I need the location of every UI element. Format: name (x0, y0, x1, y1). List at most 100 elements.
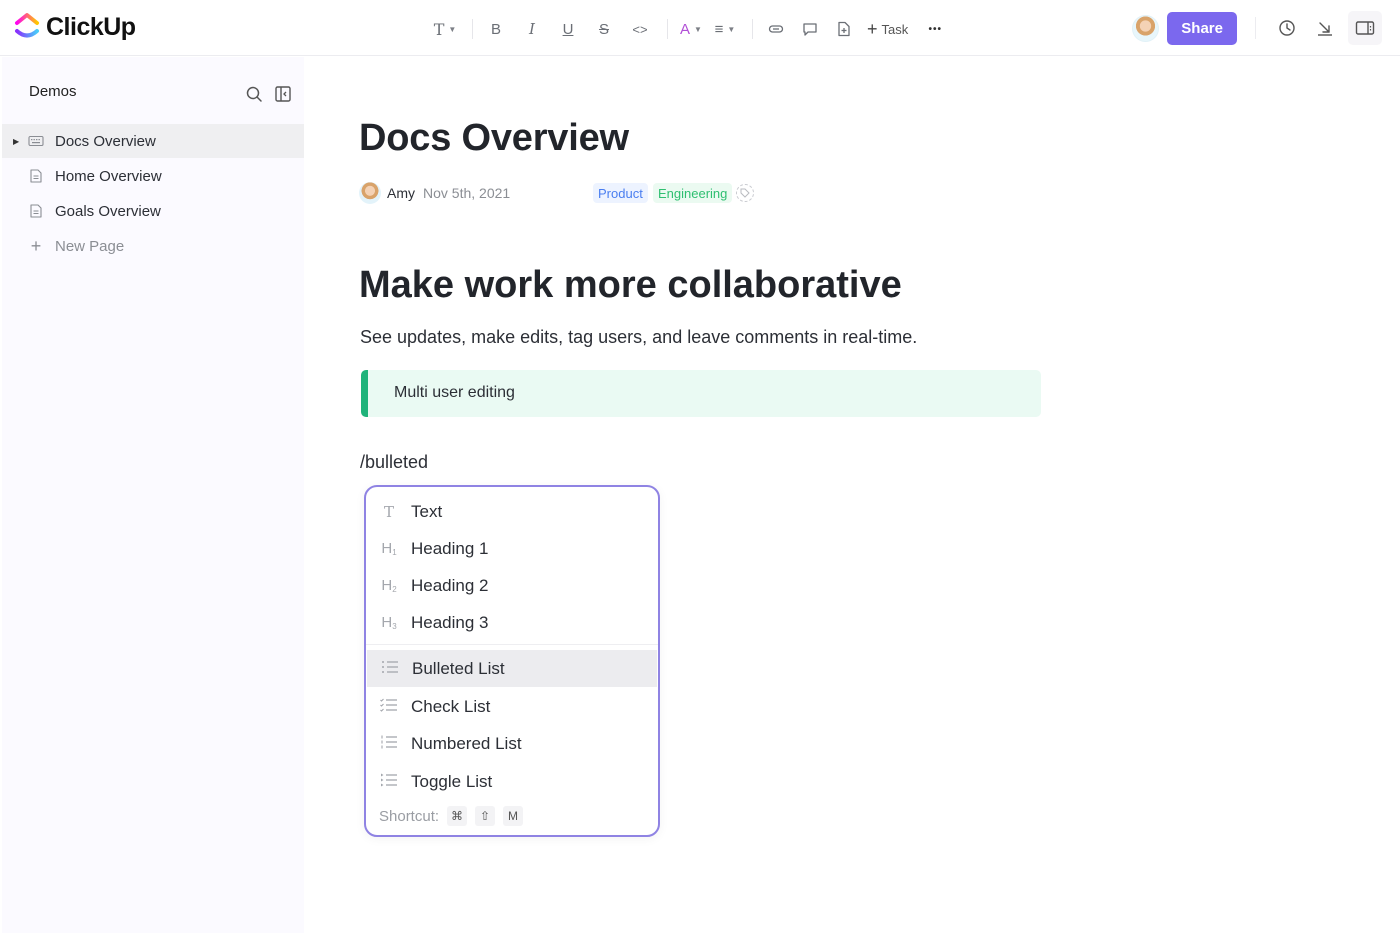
italic-icon: I (529, 20, 535, 38)
document-icon (28, 169, 44, 183)
clock-icon (1279, 20, 1295, 36)
plus-icon: + (30, 235, 42, 256)
new-page-button[interactable]: + New Page (2, 229, 304, 263)
toolbar-divider (752, 19, 753, 39)
slash-command-input[interactable]: /bulleted (360, 452, 428, 473)
add-page-button[interactable] (831, 15, 857, 43)
heading-level: 2 (392, 585, 397, 594)
sidebar-item-docs-overview[interactable]: ▶ Docs Overview (2, 124, 304, 158)
menu-item-heading-1[interactable]: H1 Heading 1 (366, 530, 658, 567)
sidebar-item-home-overview[interactable]: Home Overview (2, 159, 304, 193)
arrow-down-right-icon (1318, 22, 1332, 36)
sidebar-panel-icon (1355, 21, 1375, 35)
more-options-button[interactable]: ••• (922, 15, 948, 43)
menu-item-label: Heading 1 (411, 538, 489, 558)
add-tag-button[interactable] (736, 184, 754, 202)
comment-button[interactable] (797, 15, 823, 43)
menu-item-check-list[interactable]: Check List (366, 688, 658, 725)
italic-button[interactable]: I (519, 15, 545, 43)
new-page-label: New Page (55, 237, 125, 255)
chevron-down-icon: ▼ (694, 24, 702, 34)
keyboard-icon (28, 134, 44, 148)
tag-icon (740, 188, 750, 198)
sidebar: Demos ▶ Docs Overview Home Overview Goal… (2, 57, 304, 933)
author-name[interactable]: Amy (387, 185, 415, 201)
menu-item-toggle-list[interactable]: Toggle List (366, 763, 658, 800)
collapse-sidebar-icon (275, 86, 291, 102)
collapse-sidebar-button[interactable] (274, 85, 292, 103)
code-button[interactable]: <> (627, 15, 653, 43)
shift-key: ⇧ (475, 806, 496, 826)
code-icon: <> (632, 21, 648, 37)
tag-engineering[interactable]: Engineering (653, 183, 733, 203)
menu-item-label: Numbered List (411, 733, 522, 753)
clickup-logo[interactable]: ClickUp (14, 12, 136, 42)
document-meta: Amy Nov 5th, 2021 Product Engineering (359, 181, 859, 205)
expand-caret-icon[interactable]: ▶ (13, 137, 19, 146)
heading-level: 1 (392, 548, 397, 557)
menu-item-label: Heading 2 (411, 575, 489, 595)
underline-button[interactable]: U (555, 15, 581, 43)
text-color-icon: A (680, 20, 691, 38)
tag-product[interactable]: Product (593, 183, 648, 203)
heading-3-icon: H3 (379, 614, 399, 631)
strikethrough-button[interactable]: S (591, 15, 617, 43)
page-title[interactable]: Docs Overview (359, 117, 629, 160)
share-button[interactable]: Share (1167, 11, 1237, 45)
section-heading[interactable]: Make work more collaborative (359, 264, 902, 307)
check-list-icon (379, 698, 399, 716)
chevron-down-icon: ▼ (448, 24, 457, 34)
toolbar-divider (472, 19, 473, 39)
add-task-button[interactable]: + Task (863, 19, 912, 40)
header-actions: Share (1132, 10, 1382, 46)
heading-level: 3 (392, 622, 397, 631)
heading-glyph: H (381, 614, 393, 631)
sidebar-search-button[interactable] (245, 85, 263, 103)
task-label: Task (881, 21, 909, 37)
menu-item-bulleted-list[interactable]: Bulleted List (367, 650, 657, 687)
bold-button[interactable]: B (483, 15, 509, 43)
underline-icon: U (562, 20, 574, 38)
menu-item-label: Heading 3 (411, 612, 489, 632)
link-icon (768, 25, 784, 33)
toggle-panel-button[interactable] (1348, 11, 1382, 45)
more-icon: ••• (928, 23, 942, 35)
brand-name: ClickUp (46, 12, 136, 41)
menu-item-text[interactable]: T Text (366, 493, 658, 530)
heading-1-icon: H1 (379, 540, 399, 557)
sidebar-title: Demos (29, 83, 77, 100)
file-plus-icon (838, 21, 850, 37)
menu-item-numbered-list[interactable]: Numbered List (366, 725, 658, 762)
shortcut-hint: Shortcut: ⌘ ⇧ M (379, 806, 524, 826)
callout-block[interactable]: Multi user editing (361, 370, 1041, 417)
numbered-list-icon (379, 735, 399, 753)
comment-icon (803, 23, 817, 36)
toolbar-divider (667, 19, 668, 39)
history-button[interactable] (1272, 13, 1302, 43)
search-icon (246, 86, 262, 102)
menu-item-label: Check List (411, 696, 491, 716)
callout-accent-bar (361, 370, 368, 417)
sidebar-item-label: Goals Overview (55, 202, 161, 220)
heading-2-icon: H2 (379, 577, 399, 594)
sidebar-item-goals-overview[interactable]: Goals Overview (2, 194, 304, 228)
text-color-dropdown[interactable]: A ▼ (678, 15, 704, 43)
user-avatar[interactable] (1132, 14, 1160, 42)
format-toolbar: T ▼ B I U S <> A ▼ ≡ ▼ + Task ••• (432, 14, 952, 44)
export-button[interactable] (1310, 13, 1340, 43)
menu-item-heading-2[interactable]: H2 Heading 2 (366, 567, 658, 604)
created-date: Nov 5th, 2021 (423, 185, 511, 201)
author-avatar[interactable] (359, 182, 381, 204)
align-dropdown[interactable]: ≡ ▼ (712, 15, 738, 43)
top-bar: ClickUp T ▼ B I U S <> A ▼ ≡ ▼ + Task ••… (0, 0, 1400, 56)
menu-item-heading-3[interactable]: H3 Heading 3 (366, 604, 658, 641)
text-icon: T (383, 502, 394, 521)
toggle-list-icon (379, 773, 399, 791)
body-paragraph[interactable]: See updates, make edits, tag users, and … (360, 327, 917, 348)
document-icon (28, 204, 44, 218)
bold-icon: B (490, 20, 501, 38)
text-style-icon: T (433, 19, 445, 39)
link-button[interactable] (763, 15, 789, 43)
text-style-dropdown[interactable]: T ▼ (432, 15, 458, 43)
clickup-logo-icon (15, 13, 39, 38)
